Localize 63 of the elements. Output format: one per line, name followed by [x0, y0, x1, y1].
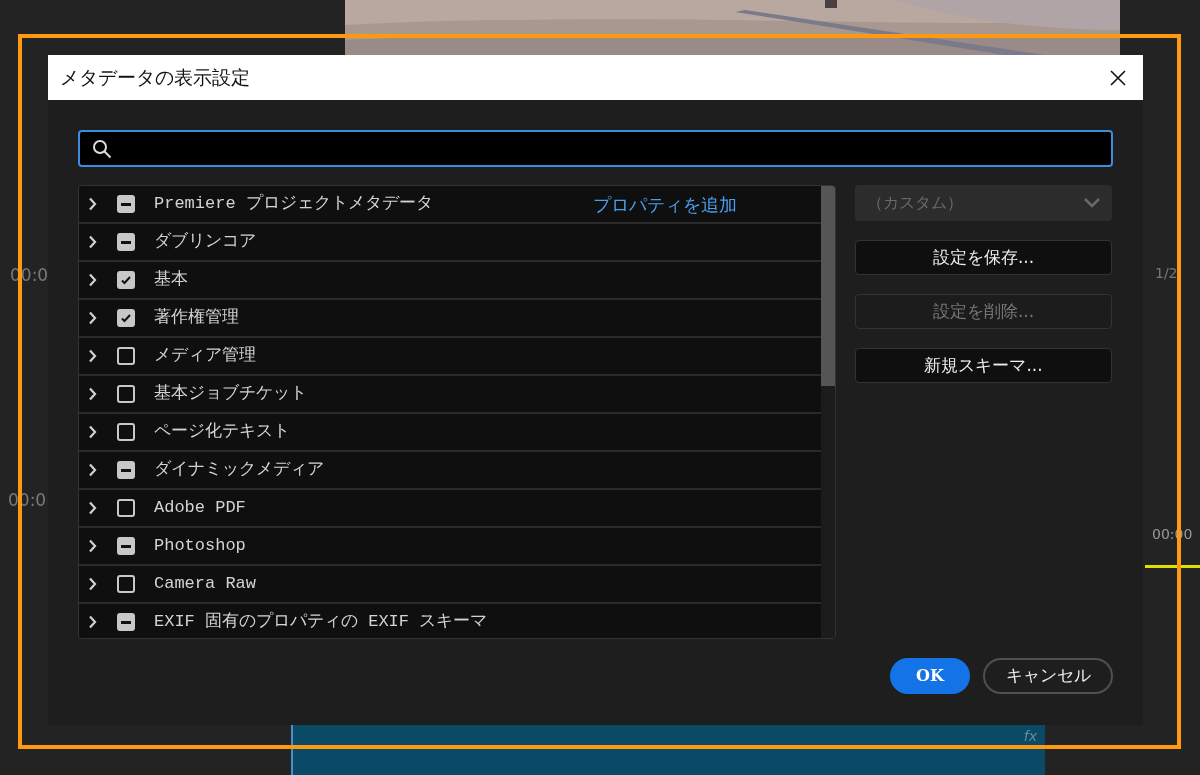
schema-row[interactable]: 著作権管理	[79, 300, 821, 338]
ok-button[interactable]: OK	[890, 658, 970, 694]
mixed-checkbox[interactable]	[117, 195, 135, 213]
add-property-link[interactable]: プロパティを追加	[593, 190, 737, 218]
chevron-icon[interactable]	[88, 349, 98, 363]
search-field[interactable]	[78, 130, 1113, 167]
schema-label: メディア管理	[154, 345, 257, 368]
chevron-icon[interactable]	[88, 615, 98, 629]
chevron-icon[interactable]	[88, 311, 98, 325]
chevron-icon[interactable]	[88, 463, 98, 477]
schema-label: ダイナミックメディア	[154, 459, 325, 482]
schema-row[interactable]: EXIF 固有のプロパティの EXIF スキーマ	[79, 604, 821, 638]
cancel-button[interactable]: キャンセル	[983, 658, 1113, 694]
schema-row[interactable]: Camera Raw	[79, 566, 821, 604]
checkmark-icon	[120, 312, 132, 324]
checked-checkbox[interactable]	[117, 271, 135, 289]
schema-row[interactable]: メディア管理	[79, 338, 821, 376]
schema-label: ダブリンコア	[154, 231, 257, 254]
checkbox[interactable]	[117, 347, 135, 365]
schema-row[interactable]: 基本ジョブチケット	[79, 376, 821, 414]
chevron-icon[interactable]	[88, 273, 98, 287]
schema-row[interactable]: Adobe PDF	[79, 490, 821, 528]
chevron-icon[interactable]	[88, 197, 98, 211]
chevron-icon[interactable]	[88, 235, 98, 249]
action-button[interactable]: 設定を保存...	[855, 240, 1112, 275]
schema-row[interactable]: Photoshop	[79, 528, 821, 566]
schema-row[interactable]: ダイナミックメディア	[79, 452, 821, 490]
schema-label: 基本ジョブチケット	[154, 383, 308, 406]
chevron-icon[interactable]	[88, 539, 98, 553]
search-icon	[92, 138, 112, 159]
schema-label: Photoshop	[154, 535, 247, 558]
chevron-icon[interactable]	[88, 425, 98, 439]
schema-label: Camera Raw	[154, 573, 258, 596]
schema-label: Premiere プロジェクトメタデータ	[154, 192, 434, 216]
schema-row[interactable]: Premiere プロジェクトメタデータ プロパティを追加	[79, 186, 821, 224]
action-button[interactable]: 新規スキーマ...	[855, 348, 1112, 383]
schema-row[interactable]: 基本	[79, 262, 821, 300]
schema-label: 著作権管理	[154, 307, 240, 330]
mixed-checkbox[interactable]	[117, 233, 135, 251]
mixed-checkbox[interactable]	[117, 461, 135, 479]
schema-label: Adobe PDF	[154, 497, 247, 520]
chevron-icon[interactable]	[88, 501, 98, 515]
chevron-icon[interactable]	[88, 577, 98, 591]
schema-label: ページ化テキスト	[154, 421, 291, 444]
schema-label: EXIF 固有のプロパティの EXIF スキーマ	[154, 610, 489, 634]
checkbox[interactable]	[117, 575, 135, 593]
chevron-down-icon	[1084, 198, 1100, 208]
checked-checkbox[interactable]	[117, 309, 135, 327]
scrollbar[interactable]	[821, 186, 835, 638]
schema-row[interactable]: ページ化テキスト	[79, 414, 821, 452]
schema-label: 基本	[154, 269, 189, 292]
window-title: メタデータの表示設定	[60, 65, 250, 91]
effect-label: fx	[1023, 727, 1037, 746]
checkmark-icon	[120, 274, 132, 286]
checkbox[interactable]	[117, 499, 135, 517]
schema-row[interactable]: ダブリンコア	[79, 224, 821, 262]
checkbox[interactable]	[117, 385, 135, 403]
playhead-line	[1145, 565, 1200, 568]
mixed-checkbox[interactable]	[117, 537, 135, 555]
chevron-icon[interactable]	[88, 387, 98, 401]
checkbox[interactable]	[117, 423, 135, 441]
page-indicator: 1/2	[1155, 264, 1178, 283]
mixed-checkbox[interactable]	[117, 613, 135, 631]
